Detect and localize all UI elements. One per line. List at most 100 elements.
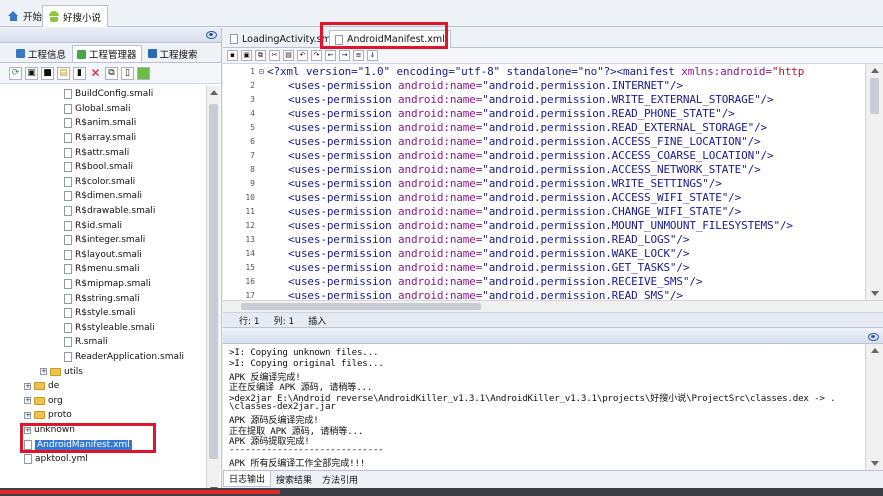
tree-file[interactable]: R$array.smali: [64, 131, 136, 146]
tree-file[interactable]: R$integer.smali: [64, 233, 145, 248]
code-line: 8 <uses-permission android:name="android.…: [223, 162, 761, 176]
tree-file[interactable]: R$drawable.smali: [64, 204, 155, 219]
tree-file[interactable]: R$styleable.smali: [64, 321, 155, 336]
line-number: 14: [245, 248, 255, 258]
download-icon[interactable]: ↓: [367, 50, 378, 61]
bookmark-icon[interactable]: ▮: [73, 66, 86, 80]
line-number: 5: [250, 122, 255, 132]
fold-toggle-icon[interactable]: ⊟: [259, 67, 267, 76]
tree-file[interactable]: ReaderApplication.smali: [64, 350, 184, 365]
add-icon[interactable]: [137, 66, 150, 80]
file-icon: [64, 249, 72, 260]
redo-icon[interactable]: ↷: [311, 50, 322, 61]
expand-icon[interactable]: +: [40, 368, 47, 376]
expand-icon[interactable]: +: [24, 397, 31, 405]
open-folder-icon[interactable]: ▤: [57, 66, 70, 80]
tree-file[interactable]: R$dimen.smali: [64, 189, 142, 204]
tree-item-label: R$id.smali: [75, 220, 123, 231]
tree-file[interactable]: Global.smali: [64, 102, 131, 117]
bottom-tab-bar: 日志输出 搜索结果 方法引用: [223, 470, 883, 488]
tab-method-references[interactable]: 方法引用: [317, 471, 363, 487]
tree-file[interactable]: R$style.smali: [64, 306, 135, 321]
tab-log-output[interactable]: 日志输出: [223, 471, 272, 487]
code-text: <uses-permission android:name="android.p…: [267, 191, 741, 204]
tree-file[interactable]: R$attr.smali: [64, 145, 129, 160]
tree-folder[interactable]: + utils: [40, 364, 83, 379]
tree-scroll-thumb[interactable]: [209, 104, 218, 459]
tab-project-search-label: 工程搜索: [159, 49, 198, 61]
tree-file[interactable]: BuildConfig.smali: [64, 87, 153, 102]
paste-icon[interactable]: ▤: [283, 50, 294, 61]
code-horizontal-thumb[interactable]: [241, 303, 481, 310]
tree-file[interactable]: R.smali: [64, 335, 108, 350]
code-vertical-thumb[interactable]: [870, 78, 879, 114]
log-output[interactable]: >I: Copying unknown files... >I: Copying …: [223, 344, 865, 470]
tree-file[interactable]: R$color.smali: [64, 175, 135, 190]
tree-file[interactable]: R$mipmap.smali: [64, 277, 151, 292]
tab-search-results[interactable]: 搜索结果: [271, 471, 317, 487]
code-attr: android:name=: [398, 92, 483, 106]
eye-icon[interactable]: [206, 31, 217, 39]
code-line: 2 <uses-permission android:name="android.…: [223, 78, 683, 92]
file-icon: [64, 147, 72, 158]
app-window: 开始 好搜小说 工程信息 工程管理器 工程搜索 ⟳ ▣ ■ ▤ ▮ ✕ ⧉ ▯ …: [0, 0, 883, 496]
line-number: 7: [250, 150, 255, 160]
expand-icon[interactable]: +: [24, 411, 31, 419]
tree-file[interactable]: R$menu.smali: [64, 262, 140, 277]
tree-file[interactable]: R$bool.smali: [64, 160, 133, 175]
forward-icon[interactable]: →: [339, 50, 350, 61]
project-toolbar: ⟳ ▣ ■ ▤ ▮ ✕ ⧉ ▯: [0, 63, 221, 84]
tree-file[interactable]: R$id.smali: [64, 218, 122, 233]
editor-status-bar: 行: 1 列: 1 插入: [223, 312, 883, 328]
log-scrollbar[interactable]: [865, 344, 883, 470]
tree-file[interactable]: apktool.yml: [24, 452, 88, 467]
scroll-down-icon[interactable]: [871, 291, 879, 296]
code-text: <uses-permission android:name="android.p…: [267, 163, 761, 176]
expand-icon[interactable]: +: [24, 382, 31, 390]
highlight-box: [20, 423, 156, 453]
permission-name: android.permission.WAKE_LOCK: [488, 246, 670, 260]
permission-name: android.permission.READ_SMS: [488, 288, 664, 301]
eye-icon[interactable]: [868, 333, 879, 341]
code-tag: <uses-permission: [288, 246, 399, 260]
tree-file[interactable]: R$string.smali: [64, 291, 140, 306]
format-icon[interactable]: ≡: [353, 50, 364, 61]
tree-folder[interactable]: + org: [24, 394, 63, 409]
back-icon[interactable]: ←: [325, 50, 336, 61]
tree-scrollbar[interactable]: [206, 86, 220, 496]
lock-icon[interactable]: ▪: [227, 50, 238, 61]
scroll-up-icon[interactable]: [871, 68, 879, 73]
tab-project-manager[interactable]: 工程管理器: [72, 45, 142, 62]
file-icon: [64, 264, 72, 275]
code-vertical-scrollbar[interactable]: [865, 64, 883, 300]
code-horizontal-scrollbar[interactable]: [223, 300, 883, 312]
document-icon[interactable]: ▯: [121, 66, 134, 80]
tree-file[interactable]: R$layout.smali: [64, 248, 142, 263]
tree-folder[interactable]: + de: [24, 379, 59, 394]
line-number: 6: [250, 136, 255, 146]
scroll-down-icon[interactable]: [871, 461, 879, 466]
file-icon: [64, 206, 72, 217]
scroll-up-icon[interactable]: [871, 348, 879, 353]
tree-file[interactable]: R$anim.smali: [64, 116, 136, 131]
permission-name: android.permission.WRITE_EXTERNAL_STORAG…: [488, 92, 755, 106]
line-number: 8: [250, 164, 255, 174]
save-icon[interactable]: ▣: [241, 50, 252, 61]
cut-icon[interactable]: ✂: [269, 50, 280, 61]
delete-icon[interactable]: ✕: [89, 67, 102, 80]
scroll-up-icon[interactable]: [210, 90, 218, 95]
copy-icon[interactable]: ⧉: [105, 66, 118, 80]
tab-project[interactable]: 好搜小说: [42, 5, 109, 27]
collapse-icon[interactable]: ▣: [25, 66, 38, 80]
refresh-icon[interactable]: ⟳: [9, 66, 22, 80]
code-editor[interactable]: 1 ⊟ <?xml version="1.0" encoding="utf-8"…: [223, 64, 865, 300]
undo-icon[interactable]: ↶: [297, 50, 308, 61]
panel-titlebar: [0, 28, 221, 43]
file-icon: [64, 118, 72, 129]
tab-project-info[interactable]: 工程信息: [12, 45, 70, 62]
copy-icon[interactable]: ⧉: [255, 50, 266, 61]
file-icon: [64, 191, 72, 202]
tree-folder[interactable]: + proto: [24, 408, 72, 423]
square-icon[interactable]: ■: [41, 66, 54, 80]
tab-project-search[interactable]: 工程搜索: [144, 45, 202, 62]
